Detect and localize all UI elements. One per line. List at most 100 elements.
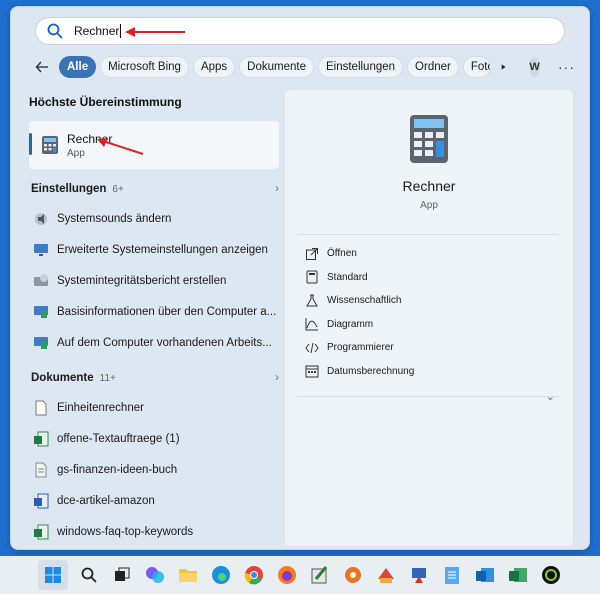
copilot-app[interactable] — [143, 563, 167, 587]
text-document-icon — [35, 462, 47, 477]
code-icon — [305, 342, 319, 353]
filter-bar: Alle Microsoft Bing Apps Dokumente Einst… — [35, 53, 575, 81]
app-3[interactable] — [374, 563, 398, 587]
back-button[interactable] — [35, 55, 49, 79]
notepad-icon — [444, 567, 459, 584]
results-list: Höchste Übereinstimmung Rechner App Eins… — [29, 91, 279, 547]
list-item[interactable]: gs-finanzen-ideen-buch — [29, 454, 279, 485]
graph-icon — [305, 318, 318, 331]
filter-photos[interactable]: Foto — [462, 56, 491, 78]
system-report-icon — [34, 273, 48, 286]
action-date-calculation[interactable]: Datumsberechnung — [305, 360, 555, 384]
more-options-button[interactable]: ··· — [558, 59, 575, 75]
calculator-icon — [42, 136, 58, 154]
action-graphing[interactable]: Diagramm — [305, 313, 555, 337]
notepad-app[interactable] — [440, 563, 464, 587]
gear-app-icon — [344, 567, 361, 583]
outlook-app[interactable] — [473, 563, 497, 587]
filter-apps[interactable]: Apps — [192, 56, 236, 78]
list-item-label: Systemintegritätsbericht erstellen — [57, 274, 227, 287]
list-item[interactable]: Basisinformationen über den Computer a..… — [29, 296, 279, 327]
edge-app[interactable] — [209, 563, 233, 587]
settings-group-count: 6+ — [112, 184, 124, 195]
scroll-right-icon[interactable] — [499, 59, 508, 75]
list-item[interactable]: Einheitenrechner — [29, 392, 279, 423]
windows-logo-icon — [44, 567, 61, 583]
computer-info-icon — [34, 336, 48, 349]
calendar-icon — [305, 365, 319, 378]
app-5[interactable] — [539, 563, 563, 587]
action-open[interactable]: Öffnen — [305, 242, 555, 266]
search-box[interactable]: Rechner — [35, 17, 565, 45]
annotation-arrow-result — [97, 138, 144, 155]
chrome-icon — [244, 566, 263, 585]
folder-icon — [178, 569, 197, 582]
spreadsheet-icon — [34, 524, 49, 539]
action-scientific[interactable]: Wissenschaftlich — [305, 289, 555, 313]
list-item[interactable]: offene-Textauftraege (1) — [29, 423, 279, 454]
speaker-icon — [35, 212, 47, 225]
calculator-large-icon — [410, 115, 448, 163]
app-4[interactable] — [407, 563, 431, 587]
app-1[interactable] — [308, 563, 332, 587]
search-input[interactable]: Rechner — [74, 24, 119, 38]
filter-all[interactable]: Alle — [59, 56, 97, 78]
copilot-icon — [145, 567, 164, 583]
file-explorer-app[interactable] — [176, 563, 200, 587]
chrome-app[interactable] — [242, 563, 266, 587]
list-item[interactable]: windows-faq-top-keywords — [29, 516, 279, 547]
divider — [297, 396, 559, 397]
computer-info-icon — [34, 305, 48, 318]
app-2[interactable] — [341, 563, 365, 587]
start-search-panel: Rechner Alle Microsoft Bing Apps Dokumen… — [10, 6, 590, 550]
action-programmer[interactable]: Programmierer — [305, 336, 555, 360]
chevron-right-icon: › — [275, 370, 279, 384]
list-item[interactable]: Systemintegritätsbericht erstellen — [29, 265, 279, 296]
best-match-result[interactable]: Rechner App — [29, 121, 279, 169]
list-item[interactable]: Systemsounds ändern — [29, 203, 279, 234]
open-external-icon — [306, 247, 318, 260]
excel-icon — [508, 568, 527, 582]
firefox-app[interactable] — [275, 563, 299, 587]
settings-group-title: Einstellungen — [31, 183, 107, 195]
list-item-label: windows-faq-top-keywords — [57, 525, 194, 538]
task-view-button[interactable] — [110, 563, 134, 587]
list-item[interactable]: Erweiterte Systemeinstellungen anzeigen — [29, 234, 279, 265]
best-match-heading: Höchste Übereinstimmung — [29, 95, 182, 109]
action-label: Datumsberechnung — [327, 365, 415, 377]
action-label: Öffnen — [327, 248, 357, 260]
preview-actions: Öffnen Standard Wissenschaftlich Diagram… — [305, 242, 555, 383]
search-icon — [47, 23, 63, 39]
action-standard[interactable]: Standard — [305, 266, 555, 290]
monitor-settings-icon — [34, 243, 48, 256]
filter-folders[interactable]: Ordner — [407, 56, 459, 78]
list-item-label: offene-Textauftraege (1) — [57, 432, 180, 445]
action-label: Diagramm — [327, 318, 374, 330]
annotation-arrow-search — [125, 27, 185, 37]
preview-pane: Rechner App Öffnen Standard Wissenschaft… — [284, 89, 574, 547]
action-label: Programmierer — [327, 342, 394, 354]
text-cursor — [120, 24, 122, 38]
documents-group-count: 11+ — [99, 373, 116, 384]
list-item[interactable]: Auf dem Computer vorhandenen Arbeits... — [29, 327, 279, 358]
settings-group-header[interactable]: Einstellungen 6+ › — [29, 173, 279, 203]
account-avatar[interactable]: W — [529, 57, 540, 77]
taskbar-search[interactable] — [77, 563, 101, 587]
start-button[interactable] — [37, 560, 68, 590]
documents-group-header[interactable]: Dokumente 11+ › — [29, 362, 279, 392]
filter-settings[interactable]: Einstellungen — [317, 56, 404, 78]
edge-icon — [211, 566, 230, 584]
mail-icon — [475, 568, 494, 582]
app-icon — [377, 568, 394, 583]
word-document-icon — [34, 493, 49, 508]
filter-bing[interactable]: Microsoft Bing — [100, 56, 189, 78]
list-item[interactable]: dce-artikel-amazon — [29, 485, 279, 516]
list-item-label: Systemsounds ändern — [57, 212, 172, 225]
filter-documents[interactable]: Dokumente — [239, 56, 314, 78]
divider — [297, 234, 559, 235]
action-label: Wissenschaftlich — [327, 295, 402, 307]
excel-app[interactable] — [506, 563, 530, 587]
taskbar — [0, 556, 600, 594]
expand-chevron-icon[interactable]: ⌄ — [546, 390, 555, 403]
list-item-label: Auf dem Computer vorhandenen Arbeits... — [57, 336, 272, 349]
